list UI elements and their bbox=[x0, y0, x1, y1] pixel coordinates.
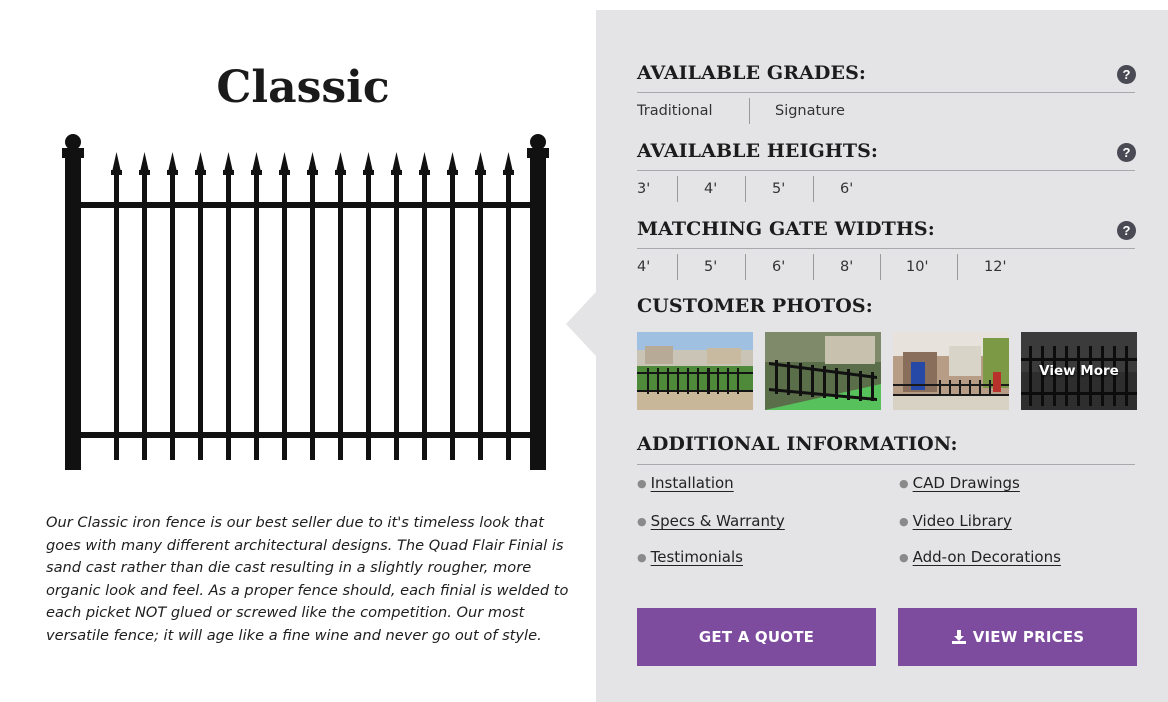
option-separator bbox=[813, 176, 814, 202]
gate-width-option[interactable]: 8' bbox=[840, 254, 853, 280]
bullet: ● bbox=[637, 477, 647, 490]
option-separator bbox=[745, 176, 746, 202]
gate-width-option[interactable]: 6' bbox=[772, 254, 785, 280]
link-cad-drawings[interactable]: ● CAD Drawings bbox=[899, 472, 1020, 494]
option-separator bbox=[677, 254, 678, 280]
divider bbox=[637, 248, 1135, 249]
link-add-on-decorations[interactable]: ● Add-on Decorations bbox=[899, 546, 1061, 568]
view-more-photos-tile[interactable]: View More bbox=[1021, 332, 1137, 410]
view-prices-button[interactable]: VIEW PRICES bbox=[898, 608, 1137, 666]
panel-pointer bbox=[566, 292, 596, 356]
grades-help-icon[interactable]: ? bbox=[1117, 65, 1136, 84]
heights-title: AVAILABLE HEIGHTS: bbox=[637, 140, 879, 162]
gate-widths-help-icon[interactable]: ? bbox=[1117, 221, 1136, 240]
link-video-library[interactable]: ● Video Library bbox=[899, 510, 1012, 532]
bullet: ● bbox=[637, 551, 647, 564]
height-option[interactable]: 6' bbox=[840, 176, 853, 202]
grade-option-signature[interactable]: Signature bbox=[775, 98, 845, 124]
gate-widths-options: 4' 5' 6' 8' 10' 12' bbox=[637, 254, 1057, 280]
download-icon bbox=[951, 630, 966, 644]
bullet: ● bbox=[637, 515, 647, 528]
gate-width-option[interactable]: 12' bbox=[984, 254, 1006, 280]
gate-width-option[interactable]: 10' bbox=[906, 254, 928, 280]
additional-info-title: ADDITIONAL INFORMATION: bbox=[637, 433, 958, 455]
grades-title: AVAILABLE GRADES: bbox=[637, 62, 867, 84]
bullet: ● bbox=[899, 515, 909, 528]
option-separator bbox=[745, 254, 746, 280]
option-separator bbox=[677, 176, 678, 202]
product-details-panel: AVAILABLE GRADES: ? Traditional Signatur… bbox=[596, 10, 1168, 702]
gate-width-option[interactable]: 5' bbox=[704, 254, 717, 280]
option-separator bbox=[880, 254, 881, 280]
customer-photo-thumbnail[interactable] bbox=[765, 332, 881, 410]
grade-option-traditional[interactable]: Traditional bbox=[637, 98, 713, 124]
divider bbox=[637, 92, 1135, 93]
height-option[interactable]: 4' bbox=[704, 176, 717, 202]
height-option[interactable]: 3' bbox=[637, 176, 650, 202]
customer-photos-title: CUSTOMER PHOTOS: bbox=[637, 295, 873, 317]
bullet: ● bbox=[899, 551, 909, 564]
link-installation[interactable]: ● Installation bbox=[637, 472, 734, 494]
link-specs-warranty[interactable]: ● Specs & Warranty bbox=[637, 510, 785, 532]
customer-photo-gallery: View More bbox=[637, 332, 1137, 410]
view-more-label: View More bbox=[1039, 363, 1119, 379]
heights-options: 3' 4' 5' 6' bbox=[637, 176, 1037, 202]
view-prices-label: VIEW PRICES bbox=[972, 628, 1085, 646]
product-description: Our Classic iron fence is our best selle… bbox=[46, 514, 569, 644]
option-separator bbox=[957, 254, 958, 280]
get-a-quote-button[interactable]: GET A QUOTE bbox=[637, 608, 876, 666]
customer-photo-thumbnail[interactable] bbox=[637, 332, 753, 410]
divider bbox=[637, 464, 1135, 465]
heights-help-icon[interactable]: ? bbox=[1117, 143, 1136, 162]
gate-width-option[interactable]: 4' bbox=[637, 254, 650, 280]
gate-widths-title: MATCHING GATE WIDTHS: bbox=[637, 218, 935, 240]
height-option[interactable]: 5' bbox=[772, 176, 785, 202]
customer-photo-thumbnail[interactable] bbox=[893, 332, 1009, 410]
divider bbox=[637, 170, 1135, 171]
get-a-quote-label: GET A QUOTE bbox=[698, 628, 815, 646]
fence-image bbox=[62, 134, 549, 470]
option-separator bbox=[813, 254, 814, 280]
additional-info-links: ● Installation ● CAD Drawings ● Specs & War… bbox=[637, 472, 1137, 584]
product-title: Classic bbox=[216, 62, 390, 113]
option-separator bbox=[749, 98, 750, 124]
bullet: ● bbox=[899, 477, 909, 490]
grades-options: Traditional Signature bbox=[637, 98, 1037, 124]
link-testimonials[interactable]: ● Testimonials bbox=[637, 546, 743, 568]
product-overview-panel: Classic Our Classic iron fence is our be… bbox=[10, 10, 596, 702]
